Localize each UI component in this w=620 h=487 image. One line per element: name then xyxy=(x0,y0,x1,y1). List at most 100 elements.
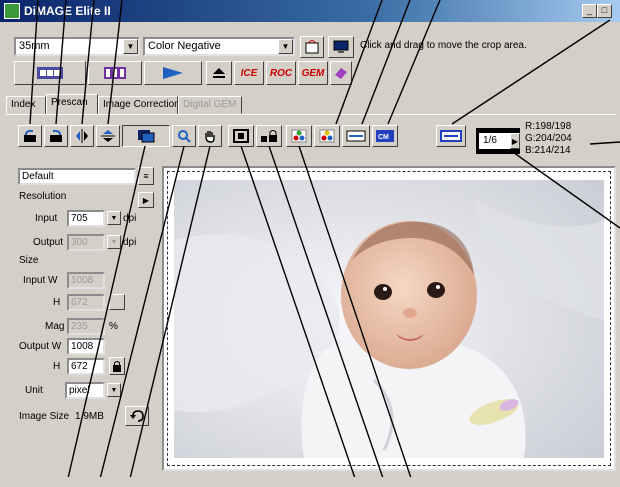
output-label: Output xyxy=(33,237,64,248)
crop-frame-icon xyxy=(138,130,155,143)
input-unit: dpi xyxy=(123,213,137,224)
chevron-right-icon: ▶ xyxy=(142,195,150,205)
output-w-label: Output W xyxy=(19,341,62,352)
blue-value: B:214/214 xyxy=(525,145,571,156)
monitor-icon xyxy=(333,40,349,53)
tab-label: Prescan xyxy=(51,97,88,108)
flip-horizontal-icon xyxy=(76,129,88,143)
hand-tool-button[interactable] xyxy=(198,125,222,147)
output-height-field[interactable]: 672 xyxy=(67,358,105,375)
output-h-label: H xyxy=(53,361,61,372)
auto-dust-icon xyxy=(346,130,366,142)
image-size-label: Image Size xyxy=(19,411,70,422)
prescan-button[interactable] xyxy=(88,61,142,85)
green-value: G:204/204 xyxy=(525,133,572,144)
preview-button[interactable] xyxy=(436,125,466,147)
output-height-value: 672 xyxy=(71,361,88,372)
input-dropdown-button[interactable]: ▼ xyxy=(107,211,121,225)
output-width-value: 1008 xyxy=(71,341,94,352)
ice-button[interactable]: ICE xyxy=(234,61,264,85)
index-scan-icon xyxy=(37,67,63,79)
eject-button[interactable] xyxy=(206,61,232,85)
expand-button[interactable]: ▶ xyxy=(138,192,154,208)
tab-image-correction[interactable]: Image Correction xyxy=(98,96,180,114)
auto-exposure-icon xyxy=(291,129,307,143)
cms-button[interactable]: CM xyxy=(372,125,398,147)
input-width-field: 1008 xyxy=(67,272,105,289)
crop-area[interactable] xyxy=(167,171,611,466)
roc-label: ROC xyxy=(269,67,293,79)
preset-select[interactable]: Default xyxy=(18,168,136,185)
film-format-select[interactable]: 35mm ▼ xyxy=(14,37,140,56)
preferences-button[interactable] xyxy=(300,36,324,58)
magnification-field: 235 xyxy=(67,318,105,335)
input-label: Input xyxy=(35,213,58,224)
cms-icon: CM xyxy=(376,130,394,142)
index-scan-button[interactable] xyxy=(14,61,86,85)
aspect-lock-button[interactable] xyxy=(109,357,125,375)
maximize-button[interactable]: □ xyxy=(597,4,612,18)
rgb-readout: R:198/198 G:204/204 B:214/214 xyxy=(525,121,572,157)
tab-divider xyxy=(6,114,616,115)
preset-value: Default xyxy=(22,171,54,182)
tab-label: Digital GEM xyxy=(183,99,237,110)
preview-icon xyxy=(440,130,462,142)
flip-vertical-button[interactable] xyxy=(96,125,120,147)
input-resolution-value: 705 xyxy=(71,213,88,224)
rotate-left-button[interactable] xyxy=(18,125,42,147)
prescan-icon xyxy=(104,67,126,79)
image-size-value: 1.9MB xyxy=(75,411,104,422)
next-frame-button[interactable]: ▶ xyxy=(510,133,520,149)
title-bar: DiMAGE Elite II _ □ xyxy=(0,0,620,22)
prescan-preview[interactable] xyxy=(162,166,616,471)
color-matching-button[interactable] xyxy=(314,125,340,147)
magnification-value: 235 xyxy=(71,321,88,332)
focus-button[interactable] xyxy=(228,125,254,147)
zoom-button[interactable] xyxy=(172,125,196,147)
settings-panel: Default ≡ Resolution ▶ Input 705 ▼ dpi O… xyxy=(13,163,158,468)
chevron-right-icon: ▶ xyxy=(511,136,519,146)
minimize-button[interactable]: _ xyxy=(582,4,597,18)
film-type-select[interactable]: Color Negative ▼ xyxy=(143,37,295,56)
tab-label: Index xyxy=(11,99,36,110)
size-label: Size xyxy=(19,255,39,266)
output-width-field[interactable]: 1008 xyxy=(67,338,105,355)
unit-label: Unit xyxy=(25,385,43,396)
rotate-right-icon xyxy=(50,129,62,142)
tab-prescan[interactable]: Prescan xyxy=(46,94,98,114)
eraser-button[interactable] xyxy=(330,61,352,85)
scanner-window: DiMAGE Elite II _ □ 35mm ▼ Color Negativ… xyxy=(0,0,620,487)
undo-icon xyxy=(130,410,144,422)
roc-button[interactable]: ROC xyxy=(266,61,296,85)
frame-counter-value: 1/6 xyxy=(483,135,497,146)
auto-dust-button[interactable] xyxy=(342,125,370,147)
resolution-label: Resolution xyxy=(19,191,67,202)
flip-horizontal-button[interactable] xyxy=(70,125,94,147)
lock-icon xyxy=(113,361,121,372)
unit-dropdown-button[interactable]: ▼ xyxy=(107,383,121,397)
svg-text:CM: CM xyxy=(378,134,389,141)
undo-button[interactable] xyxy=(125,406,149,426)
eraser-icon xyxy=(335,68,347,79)
input-height-value: 672 xyxy=(71,297,88,308)
gem-button[interactable]: GEM xyxy=(298,61,328,85)
mag-label: Mag xyxy=(45,321,65,332)
tab-index[interactable]: Index xyxy=(6,96,46,114)
preferences-icon xyxy=(305,40,319,54)
input-w-label: Input W xyxy=(23,275,58,286)
auto-exposure-button[interactable] xyxy=(286,125,312,147)
auto-crop-button[interactable] xyxy=(122,125,170,147)
input-resolution-select[interactable]: 705 xyxy=(67,210,105,227)
save-setting-button[interactable] xyxy=(328,36,354,58)
preset-menu-button[interactable]: ≡ xyxy=(138,167,154,185)
rotate-right-button[interactable] xyxy=(44,125,68,147)
ae-lock-button[interactable] xyxy=(256,125,282,147)
scan-button[interactable] xyxy=(144,61,202,85)
chevron-down-icon[interactable]: ▼ xyxy=(123,39,138,54)
output-resolution-select: 300 xyxy=(67,234,105,251)
unit-value: pixel xyxy=(69,385,90,396)
unit-select[interactable]: pixel xyxy=(65,382,105,399)
rotate-left-icon xyxy=(24,129,36,142)
red-value: R:198/198 xyxy=(525,121,572,132)
chevron-down-icon[interactable]: ▼ xyxy=(278,39,293,54)
